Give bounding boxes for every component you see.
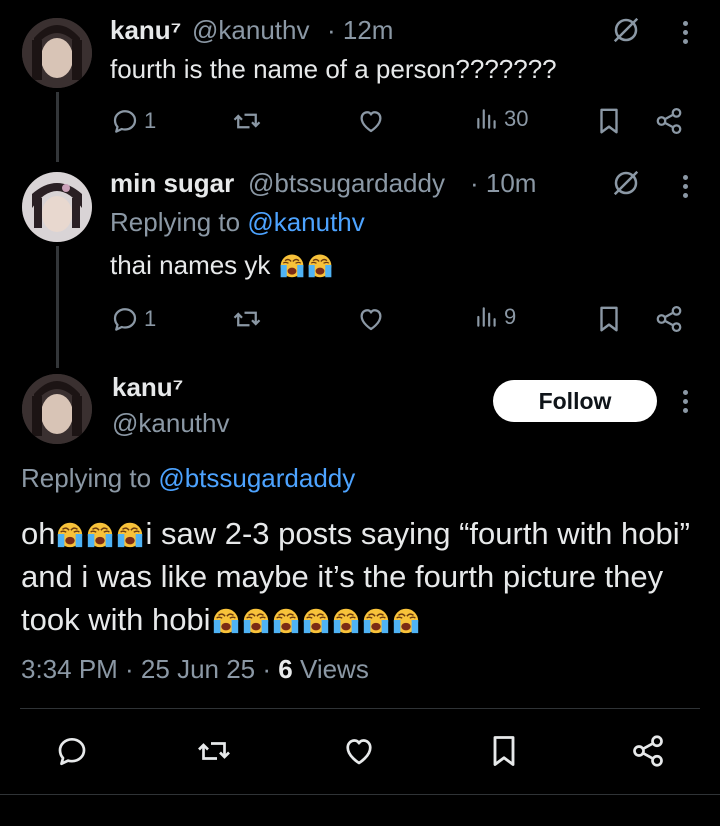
retweet-button[interactable] bbox=[232, 106, 262, 136]
tweet-text: oh i saw 2-3 posts saying “fourth with ho… bbox=[21, 512, 711, 641]
grok-icon[interactable] bbox=[611, 168, 641, 203]
tweet-meta: 3:34 PM · 25 Jun 25 · 6 Views bbox=[21, 654, 369, 685]
like-icon bbox=[356, 106, 386, 136]
loudly-crying-emoji bbox=[115, 519, 145, 549]
bookmark-icon bbox=[594, 106, 624, 136]
loudly-crying-emoji bbox=[278, 251, 306, 279]
handle[interactable]: @kanuthv bbox=[192, 15, 309, 46]
bookmark-button[interactable] bbox=[594, 304, 624, 334]
like-button[interactable] bbox=[341, 733, 377, 769]
views-icon bbox=[474, 106, 500, 132]
reply-icon bbox=[110, 106, 140, 136]
loudly-crying-emoji bbox=[211, 605, 241, 635]
loudly-crying-emoji bbox=[306, 251, 334, 279]
bookmark-button[interactable] bbox=[594, 106, 624, 136]
like-button[interactable] bbox=[356, 304, 386, 334]
views-count: 6 bbox=[278, 654, 293, 684]
replying-to-handle[interactable]: @kanuthv bbox=[247, 207, 364, 237]
bookmark-button[interactable] bbox=[486, 733, 522, 769]
reply-button[interactable] bbox=[54, 733, 90, 769]
like-icon bbox=[356, 304, 386, 334]
loudly-crying-emoji bbox=[331, 605, 361, 635]
share-button[interactable] bbox=[630, 733, 666, 769]
loudly-crying-emoji bbox=[55, 519, 85, 549]
replying-to-label: Replying to bbox=[21, 463, 152, 493]
tweet-text: thai names yk bbox=[110, 250, 334, 281]
loudly-crying-emoji bbox=[271, 605, 301, 635]
divider bbox=[0, 794, 720, 795]
retweet-icon bbox=[196, 733, 232, 769]
handle[interactable]: @kanuthv bbox=[112, 408, 229, 439]
reply-icon bbox=[110, 304, 140, 334]
retweet-button[interactable] bbox=[196, 733, 232, 769]
loudly-crying-emoji bbox=[301, 605, 331, 635]
bookmark-icon bbox=[486, 733, 522, 769]
bookmark-icon bbox=[594, 304, 624, 334]
timestamp[interactable]: · 12m bbox=[327, 15, 393, 46]
view-count: 30 bbox=[504, 106, 529, 131]
more-icon[interactable] bbox=[681, 21, 689, 44]
tweet-text: fourth is the name of a person??????? bbox=[110, 54, 557, 84]
view-count: 9 bbox=[504, 304, 517, 329]
share-icon bbox=[654, 106, 684, 136]
views-icon bbox=[474, 304, 500, 330]
like-button[interactable] bbox=[356, 106, 386, 136]
replying-to: Replying to @kanuthv bbox=[110, 207, 365, 238]
reply-icon bbox=[54, 733, 90, 769]
reply-count: 1 bbox=[144, 306, 157, 331]
grok-icon[interactable] bbox=[611, 15, 641, 50]
reply-button[interactable]: 1 bbox=[110, 106, 156, 136]
divider bbox=[20, 708, 700, 709]
like-icon bbox=[341, 733, 377, 769]
thread-line bbox=[56, 246, 59, 368]
views-button[interactable]: 9 bbox=[474, 304, 516, 330]
views-label: Views bbox=[292, 654, 369, 684]
handle[interactable]: @btssugardaddy bbox=[248, 168, 445, 199]
replying-to-label: Replying to bbox=[110, 207, 241, 237]
more-icon[interactable] bbox=[681, 390, 689, 413]
share-button[interactable] bbox=[654, 304, 684, 334]
share-button[interactable] bbox=[654, 106, 684, 136]
avatar[interactable] bbox=[22, 18, 92, 88]
retweet-icon bbox=[232, 304, 262, 334]
avatar[interactable] bbox=[22, 374, 92, 444]
loudly-crying-emoji bbox=[241, 605, 271, 635]
reply-button[interactable]: 1 bbox=[110, 304, 156, 334]
thread-line bbox=[56, 92, 59, 162]
avatar[interactable] bbox=[22, 172, 92, 242]
views-button[interactable]: 30 bbox=[474, 106, 528, 132]
post-timestamp[interactable]: 3:34 PM · 25 Jun 25 · bbox=[21, 654, 278, 684]
follow-button[interactable]: Follow bbox=[493, 380, 657, 422]
share-icon bbox=[630, 733, 666, 769]
display-name[interactable]: min sugar bbox=[110, 168, 234, 199]
share-icon bbox=[654, 304, 684, 334]
replying-to-handle[interactable]: @btssugardaddy bbox=[158, 463, 355, 493]
display-name[interactable]: kanu⁷ bbox=[112, 372, 183, 403]
retweet-button[interactable] bbox=[232, 304, 262, 334]
reply-count: 1 bbox=[144, 108, 157, 133]
more-icon[interactable] bbox=[681, 175, 689, 198]
replying-to: Replying to @btssugardaddy bbox=[21, 463, 355, 494]
loudly-crying-emoji bbox=[85, 519, 115, 549]
tweet-text-content: thai names yk bbox=[110, 250, 271, 280]
display-name[interactable]: kanu⁷ bbox=[110, 15, 181, 46]
loudly-crying-emoji bbox=[391, 605, 421, 635]
timestamp[interactable]: · 10m bbox=[470, 168, 536, 199]
retweet-icon bbox=[232, 106, 262, 136]
tweet-text-oh: oh bbox=[21, 516, 56, 551]
loudly-crying-emoji bbox=[361, 605, 391, 635]
